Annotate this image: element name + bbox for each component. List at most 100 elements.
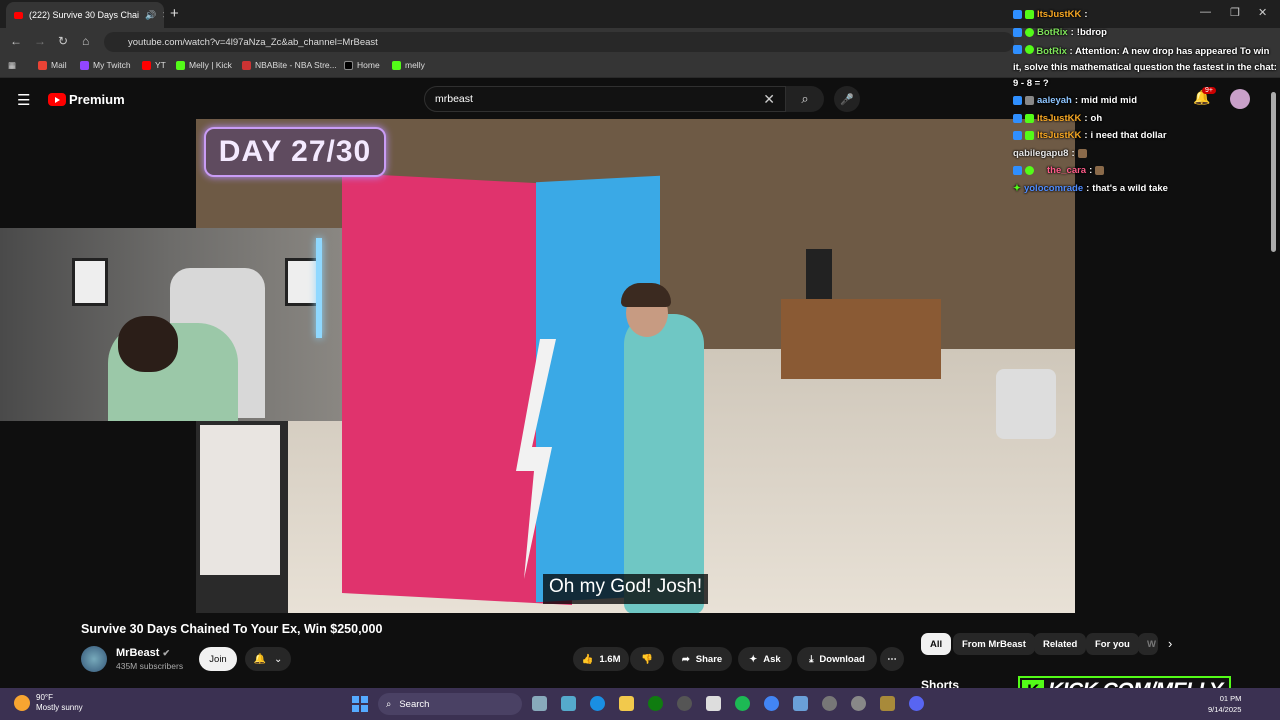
emote-icon <box>1095 166 1105 175</box>
app-icon[interactable] <box>880 696 895 711</box>
streamer-webcam <box>0 228 342 421</box>
chevron-down-icon: ⌄ <box>274 653 283 665</box>
menu-icon[interactable]: ☰ <box>17 91 30 109</box>
basket-prop <box>996 369 1056 439</box>
more-actions-button[interactable]: ⋯ <box>880 647 904 671</box>
edge-icon[interactable] <box>590 696 605 711</box>
mic-button[interactable]: 🎤 <box>834 86 860 112</box>
person-hair <box>621 283 671 307</box>
spotify-icon[interactable] <box>735 696 750 711</box>
bookmark-home[interactable]: Home <box>344 60 380 70</box>
media-player-icon[interactable] <box>822 696 837 711</box>
bookmark-melly[interactable]: melly <box>392 60 425 70</box>
more-icon: ⋯ <box>887 653 897 665</box>
speaker-icon[interactable]: 🔊 <box>145 10 156 21</box>
close-tab-icon[interactable]: ✕ <box>162 10 164 21</box>
app-icon[interactable] <box>851 696 866 711</box>
sparkle-icon: ✦ <box>749 653 758 665</box>
weather-widget[interactable]: 90°F Mostly sunny <box>14 693 83 713</box>
video-caption: Oh my God! Josh! <box>543 574 709 604</box>
video-title: Survive 30 Days Chained To Your Ex, Win … <box>81 622 383 636</box>
channel-avatar[interactable] <box>81 646 107 672</box>
cabinet-prop <box>781 299 941 379</box>
chevron-right-icon[interactable]: › <box>1168 636 1172 651</box>
stream-chat-overlay: ItsJustKK: BotRix: !bdrop BotRix : Attent… <box>1013 0 1280 200</box>
thumbs-down-icon: 👎 <box>641 653 653 665</box>
day-counter-badge: DAY 27/30 <box>204 127 386 177</box>
chip-related[interactable]: Related <box>1034 633 1087 655</box>
emote-icon <box>1077 148 1087 158</box>
taskbar-search[interactable]: ⌕ Search <box>378 693 522 715</box>
chat-badge-icon <box>1024 45 1034 54</box>
bell-icon: 🔔 <box>253 653 267 665</box>
address-bar[interactable]: youtube.com/watch?v=4l97aNza_Zc&ab_chann… <box>104 32 1014 52</box>
photos-icon[interactable] <box>793 696 808 711</box>
youtube-icon <box>142 60 151 70</box>
apps-icon[interactable]: ▦ <box>8 60 16 71</box>
kick-icon <box>392 60 401 70</box>
wall-frame <box>72 258 108 306</box>
windows-start-icon[interactable] <box>352 696 368 712</box>
search-button[interactable]: ⌕ <box>786 86 824 112</box>
chrome-icon[interactable] <box>764 696 779 711</box>
youtube-favicon-icon <box>14 11 23 19</box>
chat-message: ItsJustKK: <box>1013 6 1280 24</box>
chat-badge-icon <box>1025 10 1034 19</box>
chat-message: aaleyah: mid mid mid <box>1013 92 1280 110</box>
channel-name[interactable]: MrBeast ✔ <box>116 647 170 659</box>
chip-from-mrbeast[interactable]: From MrBeast <box>953 633 1035 655</box>
bookmark-twitch[interactable]: My Twitch <box>80 60 131 70</box>
chat-badge-icon <box>1025 166 1034 175</box>
forward-icon[interactable]: → <box>34 34 46 48</box>
chat-message: the_cara: <box>1013 162 1280 180</box>
share-button[interactable]: ➦ Share <box>672 647 732 671</box>
system-clock[interactable]: 01 PM 9/14/2025 <box>1208 693 1241 715</box>
chat-message: BotRix: !bdrop <box>1013 24 1280 42</box>
new-tab-icon[interactable]: + <box>170 5 179 22</box>
chat-message: ItsJustKK: i need that dollar <box>1013 127 1280 145</box>
sun-icon <box>14 695 30 711</box>
task-view-icon[interactable] <box>532 696 547 711</box>
share-icon: ➦ <box>681 653 690 665</box>
github-icon[interactable] <box>677 696 692 711</box>
chat-badge-icon <box>1025 131 1034 140</box>
back-icon[interactable]: ← <box>10 34 22 48</box>
bookmark-mail[interactable]: Mail <box>38 60 67 70</box>
browser-tab[interactable]: (222) Survive 30 Days Chai 🔊 ✕ <box>6 2 164 28</box>
thumbs-up-icon: 👍 <box>581 653 594 665</box>
bookmark-yt[interactable]: YT <box>142 60 166 70</box>
file-explorer-icon[interactable] <box>619 696 634 711</box>
chip-for-you[interactable]: For you <box>1086 633 1139 655</box>
star-badge-icon: ✦ <box>1013 182 1021 194</box>
store-icon[interactable] <box>706 696 721 711</box>
copilot-icon[interactable] <box>561 696 576 711</box>
join-button[interactable]: Join <box>199 647 237 671</box>
streamer-head <box>118 316 178 372</box>
chip-all[interactable]: All <box>921 633 952 655</box>
chat-badge-icon <box>1013 131 1022 140</box>
subscriber-count: 435M subscribers <box>116 661 184 671</box>
chat-badge-icon <box>1025 27 1034 37</box>
discord-icon[interactable] <box>909 696 924 711</box>
bookmark-nbabite[interactable]: NBABite - NBA Stre... <box>242 60 337 70</box>
home-icon[interactable]: ⌂ <box>82 34 89 48</box>
chat-message: ItsJustKK: oh <box>1013 110 1280 128</box>
chip-w[interactable]: W <box>1138 633 1158 655</box>
dislike-button[interactable]: 👎 <box>630 647 664 671</box>
download-button[interactable]: ⤓ Download <box>797 647 877 671</box>
chat-badge-icon <box>1013 10 1022 19</box>
ask-button[interactable]: ✦ Ask <box>738 647 792 671</box>
search-input[interactable]: mrbeast ✕ <box>424 86 786 112</box>
person-in-scrubs <box>624 314 704 613</box>
tab-title: (222) Survive 30 Days Chai <box>29 10 140 20</box>
like-button[interactable]: 👍 1.6M <box>573 647 629 671</box>
drink-fridge-shelves <box>200 425 280 575</box>
chat-badge-icon <box>1013 45 1022 54</box>
clear-search-icon[interactable]: ✕ <box>763 91 775 108</box>
xbox-icon[interactable] <box>648 696 663 711</box>
chat-message: BotRix : Attention: A new drop has appea… <box>1013 45 1277 89</box>
bookmark-kick[interactable]: Melly | Kick <box>176 60 232 70</box>
reload-icon[interactable]: ↻ <box>58 34 68 48</box>
youtube-logo[interactable]: Premium <box>48 92 125 107</box>
subscribe-bell-button[interactable]: 🔔 ⌄ <box>245 647 291 671</box>
